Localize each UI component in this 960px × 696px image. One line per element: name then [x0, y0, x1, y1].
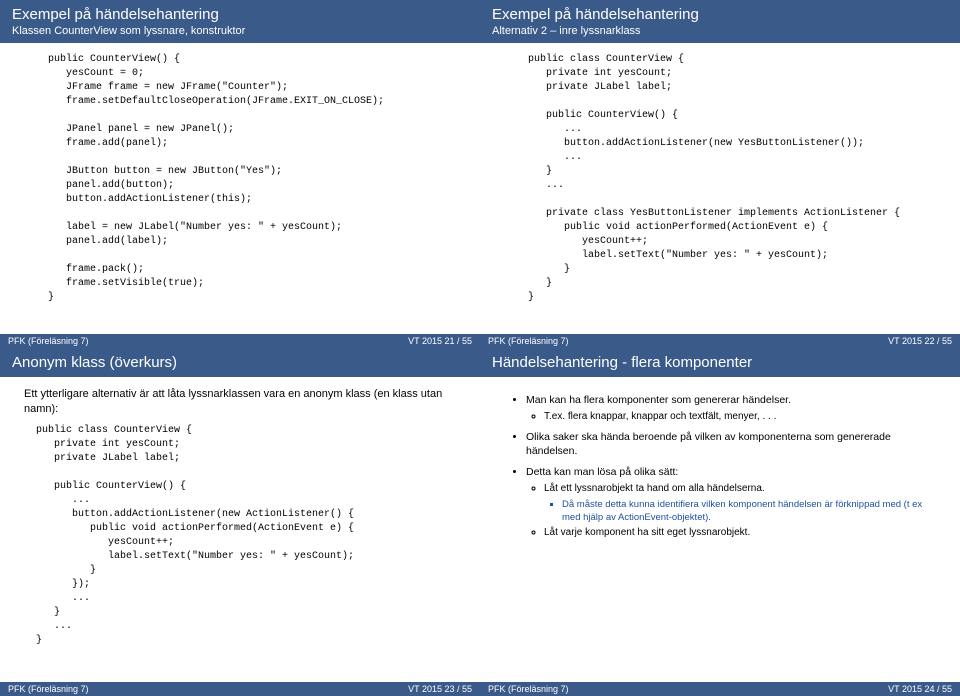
- footer-left: PFK (Föreläsning 7): [488, 336, 569, 346]
- footer-right: VT 2015 22 / 55: [888, 336, 952, 346]
- slide-footer: PFK (Föreläsning 7) VT 2015 22 / 55: [480, 334, 960, 348]
- slide-21: Exempel på händelsehantering Klassen Cou…: [0, 0, 480, 348]
- slide-title: Exempel på händelsehantering: [12, 6, 468, 23]
- slide-body: Ett ytterligare alternativ är att låta l…: [0, 377, 480, 696]
- code-block: public class CounterView { private int y…: [504, 53, 936, 305]
- bullet-text: Man kan ha flera komponenter som generer…: [526, 394, 791, 406]
- bullet-list: Man kan ha flera komponenter som generer…: [504, 393, 936, 540]
- slide-header: Exempel på händelsehantering Alternativ …: [480, 0, 960, 43]
- slide-header: Händelsehantering - flera komponenter: [480, 348, 960, 377]
- sub-item: Låt ett lyssnarobjekt ta hand om alla hä…: [544, 482, 936, 525]
- slide-23: Anonym klass (överkurs) Ett ytterligare …: [0, 348, 480, 696]
- footer-left: PFK (Föreläsning 7): [488, 684, 569, 694]
- intro-text: Ett ytterligare alternativ är att låta l…: [24, 387, 456, 418]
- slide-footer: PFK (Föreläsning 7) VT 2015 21 / 55: [0, 334, 480, 348]
- slide-body: public class CounterView { private int y…: [480, 43, 960, 348]
- slide-footer: PFK (Föreläsning 7) VT 2015 24 / 55: [480, 682, 960, 696]
- list-item: Olika saker ska hända beroende på vilken…: [526, 430, 936, 459]
- code-block: public class CounterView { private int y…: [24, 424, 456, 648]
- footer-right: VT 2015 24 / 55: [888, 684, 952, 694]
- footer-left: PFK (Föreläsning 7): [8, 684, 89, 694]
- list-item: Man kan ha flera komponenter som generer…: [526, 393, 936, 424]
- footer-left: PFK (Föreläsning 7): [8, 336, 89, 346]
- slide-header: Exempel på händelsehantering Klassen Cou…: [0, 0, 480, 43]
- footer-right: VT 2015 21 / 55: [408, 336, 472, 346]
- list-item: Detta kan man lösa på olika sätt: Låt et…: [526, 465, 936, 540]
- slide-subtitle: Alternativ 2 – inre lyssnarklass: [492, 25, 948, 37]
- slide-body: Man kan ha flera komponenter som generer…: [480, 377, 960, 696]
- bullet-text: Detta kan man lösa på olika sätt:: [526, 466, 678, 478]
- slide-header: Anonym klass (överkurs): [0, 348, 480, 377]
- sub-item: T.ex. flera knappar, knappar och textfäl…: [544, 410, 936, 424]
- slide-subtitle: Klassen CounterView som lyssnare, konstr…: [12, 25, 468, 37]
- slide-22: Exempel på händelsehantering Alternativ …: [480, 0, 960, 348]
- sub-item: Låt varje komponent ha sitt eget lyssnar…: [544, 526, 936, 540]
- slide-title: Exempel på händelsehantering: [492, 6, 948, 23]
- footer-right: VT 2015 23 / 55: [408, 684, 472, 694]
- slide-24: Händelsehantering - flera komponenter Ma…: [480, 348, 960, 696]
- slide-footer: PFK (Föreläsning 7) VT 2015 23 / 55: [0, 682, 480, 696]
- code-block: public CounterView() { yesCount = 0; JFr…: [24, 53, 456, 305]
- subsub-item: Då måste detta kunna identifiera vilken …: [562, 498, 936, 525]
- sub-text: Låt ett lyssnarobjekt ta hand om alla hä…: [544, 483, 765, 494]
- slide-title: Anonym klass (överkurs): [12, 354, 468, 371]
- slide-body: public CounterView() { yesCount = 0; JFr…: [0, 43, 480, 348]
- slide-title: Händelsehantering - flera komponenter: [492, 354, 948, 371]
